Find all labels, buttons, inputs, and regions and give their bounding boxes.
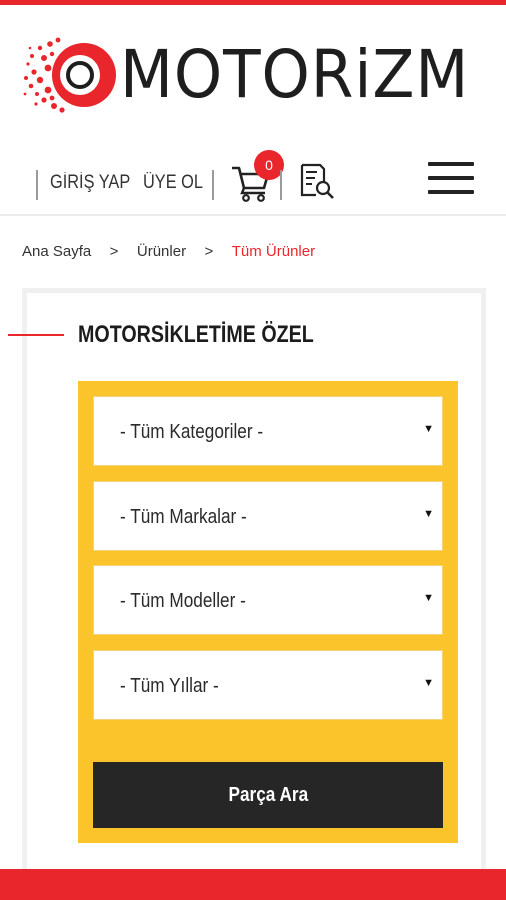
breadcrumb-chevron-icon: > bbox=[204, 243, 214, 260]
nav-separator bbox=[280, 170, 282, 200]
category-select[interactable]: - Tüm Kategoriler - ▼ bbox=[93, 396, 443, 466]
dropdown-arrow-icon: ▼ bbox=[423, 508, 434, 520]
search-parts-button[interactable]: Parça Ara bbox=[93, 762, 443, 828]
model-select[interactable]: - Tüm Modeller - ▼ bbox=[93, 565, 443, 635]
hamburger-line bbox=[428, 190, 474, 194]
section-accent-line bbox=[8, 334, 64, 336]
breadcrumb: Ana Sayfa > Ürünler > Tüm Ürünler bbox=[22, 243, 315, 265]
logo-wordmark: MOTORiZM bbox=[120, 36, 470, 113]
hamburger-line bbox=[428, 176, 474, 180]
dropdown-arrow-icon: ▼ bbox=[423, 592, 434, 604]
nav-separator bbox=[36, 170, 38, 200]
hamburger-menu-icon[interactable] bbox=[428, 162, 474, 196]
select-value: - Tüm Markalar - bbox=[120, 506, 247, 528]
select-value: - Tüm Kategoriler - bbox=[120, 421, 264, 443]
top-accent-bar bbox=[0, 0, 506, 5]
hamburger-line bbox=[428, 162, 474, 166]
order-search-icon[interactable] bbox=[298, 162, 336, 200]
dropdown-arrow-icon: ▼ bbox=[423, 423, 434, 435]
logo-mark-icon bbox=[23, 37, 116, 113]
breadcrumb-home[interactable]: Ana Sayfa bbox=[22, 243, 91, 260]
register-link[interactable]: ÜYE OL bbox=[143, 172, 203, 194]
login-link[interactable]: GİRİŞ YAP bbox=[50, 172, 130, 194]
select-value: - Tüm Yıllar - bbox=[120, 675, 219, 697]
header-nav: GİRİŞ YAP ÜYE OL 0 bbox=[0, 150, 506, 212]
filter-title: MOTORSİKLETİME ÖZEL bbox=[78, 321, 314, 348]
breadcrumb-current: Tüm Ürünler bbox=[231, 243, 316, 260]
breadcrumb-chevron-icon: > bbox=[109, 243, 119, 260]
dropdown-arrow-icon: ▼ bbox=[423, 677, 434, 689]
select-value: - Tüm Modeller - bbox=[120, 590, 246, 612]
brand-select[interactable]: - Tüm Markalar - ▼ bbox=[93, 481, 443, 551]
nav-separator bbox=[212, 170, 214, 200]
site-logo[interactable]: MOTORiZM bbox=[22, 34, 492, 116]
year-select[interactable]: - Tüm Yıllar - ▼ bbox=[93, 650, 443, 720]
header-divider bbox=[0, 214, 506, 216]
bottom-accent-bar bbox=[0, 869, 506, 900]
breadcrumb-products[interactable]: Ürünler bbox=[137, 243, 186, 260]
search-parts-button-label: Parça Ara bbox=[228, 784, 308, 806]
